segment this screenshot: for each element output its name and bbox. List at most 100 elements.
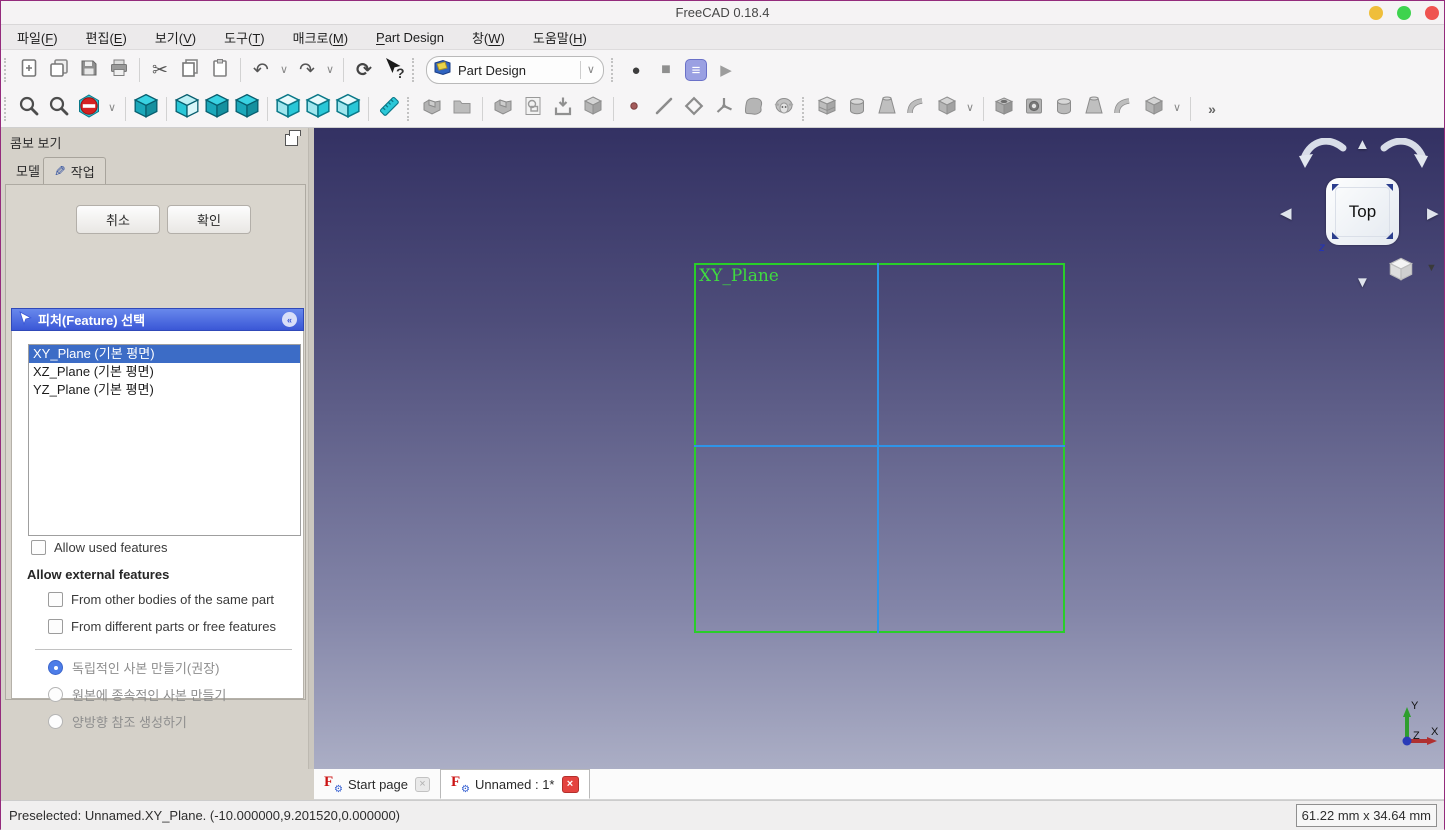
nav-left-arrow-icon[interactable]: ◀ [1280,204,1292,222]
toolbar-handle[interactable] [407,97,412,121]
toolbar-handle[interactable] [611,58,616,82]
feature-list[interactable]: XY_Plane (기본 평면) XZ_Plane (기본 평면) YZ_Pla… [28,344,301,536]
title-bar[interactable]: FreeCAD 0.18.4 [1,1,1444,25]
menu-edit[interactable]: 편집(E) [72,24,141,51]
radio-button[interactable] [48,714,63,729]
y-axis-line[interactable] [877,263,879,633]
cut-icon[interactable]: ✂ [145,55,175,85]
nav-up-arrow-icon[interactable]: ▲ [1355,136,1370,153]
create-body-icon[interactable] [488,94,518,124]
nav-right-arrow-icon[interactable]: ▶ [1427,204,1439,222]
3d-viewport[interactable]: XY_Plane ▲ ◀ ▶ ▼ Top z ▼ [314,128,1444,769]
float-panel-icon[interactable] [285,134,298,146]
groove-icon[interactable] [1049,94,1079,124]
menu-macro[interactable]: 매크로(M) [279,24,362,51]
pad-icon[interactable] [812,94,842,124]
refresh-icon[interactable]: ⟳ [349,55,379,85]
task-section-header[interactable]: 피처(Feature) 선택 « [11,308,304,331]
checkbox-diff-parts[interactable]: From different parts or free features [48,619,276,634]
checkbox-allow-used[interactable]: Allow used features [31,540,167,555]
pocket-icon[interactable] [989,94,1019,124]
close-tab-icon[interactable]: × [562,776,579,793]
navigation-cube[interactable]: Top [1326,178,1399,245]
save-icon[interactable] [74,55,104,85]
checkbox-box[interactable] [48,619,63,634]
additive-primitive-icon[interactable] [932,94,962,124]
view-right-icon[interactable] [232,94,262,124]
group-icon[interactable] [447,94,477,124]
navcube-dropdown-icon[interactable]: ▼ [1426,262,1437,274]
menu-windows[interactable]: 창(W) [458,24,519,51]
macro-record-icon[interactable]: ● [621,55,651,85]
toolbar-handle[interactable] [802,97,807,121]
datum-plane-icon[interactable] [679,94,709,124]
measure-distance-icon[interactable] [374,94,404,124]
copy-icon[interactable] [175,55,205,85]
draw-style-icon[interactable] [74,94,104,124]
x-axis-line[interactable] [694,445,1065,447]
revolve-icon[interactable] [842,94,872,124]
view-bottom-icon[interactable] [303,94,333,124]
toolbar-handle[interactable] [412,58,417,82]
nav-down-arrow-icon[interactable]: ▼ [1355,274,1370,291]
macro-dialog-icon[interactable]: ≡ [681,55,711,85]
radio-button[interactable] [48,660,63,675]
minimize-button[interactable] [1369,6,1383,20]
create-sketch-icon[interactable] [518,94,548,124]
datum-cs-icon[interactable] [709,94,739,124]
radio-dependent-copy[interactable]: 원본에 종속적인 사본 만들기 [48,685,226,704]
maximize-button[interactable] [1397,6,1411,20]
additive-pipe-icon[interactable] [902,94,932,124]
ok-button[interactable]: 확인 [167,205,251,234]
rotate-left-arrow-icon[interactable] [1299,138,1347,180]
shapebinder-icon[interactable] [739,94,769,124]
checkbox-box[interactable] [31,540,46,555]
open-document-icon[interactable] [44,55,74,85]
whats-this-icon[interactable]: ? [379,55,409,85]
close-tab-icon[interactable]: × [415,777,430,792]
draw-style-dropdown-icon[interactable]: ∨ [104,94,120,124]
menu-file[interactable]: 파일(F) [3,24,72,51]
part-icon[interactable] [417,94,447,124]
menu-tools[interactable]: 도구(T) [210,24,279,51]
list-item-yz-plane[interactable]: YZ_Plane (기본 평면) [29,381,300,399]
close-button[interactable] [1425,6,1439,20]
view-top-icon[interactable] [202,94,232,124]
xy-plane-object[interactable]: XY_Plane [694,263,1065,633]
subtractive-loft-icon[interactable] [1079,94,1109,124]
tab-tasks[interactable]: ✎작업 [43,157,106,184]
toolbar-handle[interactable] [4,58,9,82]
macro-play-icon[interactable]: ▶ [711,55,741,85]
menu-partdesign[interactable]: Part Design [362,26,458,49]
undo-dropdown-icon[interactable]: ∨ [276,55,292,85]
checkbox-same-part[interactable]: From other bodies of the same part [48,592,274,607]
checkbox-box[interactable] [48,592,63,607]
tab-start-page[interactable]: F⚙ Start page × [314,769,440,799]
rotate-right-arrow-icon[interactable] [1380,138,1428,180]
fit-all-icon[interactable] [14,94,44,124]
undo-icon[interactable]: ↶ [246,55,276,85]
paste-icon[interactable] [205,55,235,85]
subtractive-primitive-icon[interactable] [1139,94,1169,124]
cancel-button[interactable]: 취소 [76,205,160,234]
workbench-selector[interactable]: Part Design ∨ [426,56,604,84]
collapse-section-icon[interactable]: « [282,312,297,327]
tab-unnamed-document[interactable]: F⚙ Unnamed : 1* × [440,769,590,799]
toolbar-handle[interactable] [4,97,9,121]
radio-button[interactable] [48,687,63,702]
hole-icon[interactable] [1019,94,1049,124]
clone-icon[interactable] [769,94,799,124]
subtractive-pipe-icon[interactable] [1109,94,1139,124]
toolbar-overflow-icon[interactable]: » [1196,94,1226,124]
view-rear-icon[interactable] [273,94,303,124]
macro-stop-icon[interactable]: ■ [651,55,681,85]
redo-icon[interactable]: ↷ [292,55,322,85]
map-sketch-icon[interactable] [578,94,608,124]
menu-help[interactable]: 도움말(H) [519,24,601,51]
datum-point-icon[interactable] [619,94,649,124]
subtractive-primitive-dropdown-icon[interactable]: ∨ [1169,94,1185,124]
additive-loft-icon[interactable] [872,94,902,124]
view-front-icon[interactable] [172,94,202,124]
additive-primitive-dropdown-icon[interactable]: ∨ [962,94,978,124]
navcube-top-face[interactable]: Top [1335,187,1390,237]
